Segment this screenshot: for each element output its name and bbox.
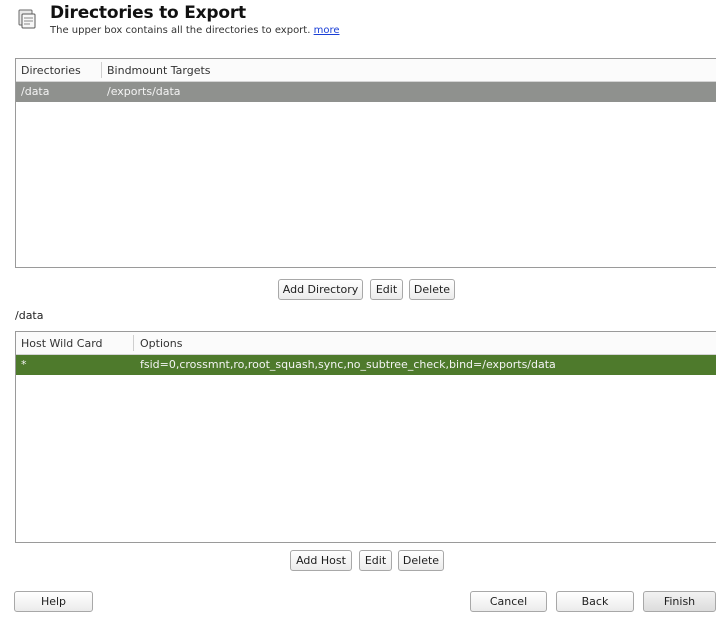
finish-button[interactable]: Finish	[643, 591, 716, 612]
options-cell: fsid=0,crossmnt,ro,root_squash,sync,no_s…	[140, 358, 556, 371]
more-link[interactable]: more	[314, 25, 340, 36]
edit-directory-button[interactable]: Edit	[370, 279, 403, 300]
column-header-directories[interactable]: Directories	[21, 64, 81, 77]
host-row[interactable]: * fsid=0,crossmnt,ro,root_squash,sync,no…	[16, 355, 716, 375]
column-header-bindmount-targets[interactable]: Bindmount Targets	[107, 64, 211, 77]
host-cell: *	[21, 358, 27, 371]
subtitle-text: The upper box contains all the directori…	[50, 25, 311, 36]
directory-cell: /data	[21, 85, 50, 98]
hosts-table[interactable]: Host Wild Card Options * fsid=0,crossmnt…	[15, 331, 716, 543]
delete-host-button[interactable]: Delete	[398, 550, 444, 571]
selected-directory-label: /data	[15, 309, 44, 322]
add-host-button[interactable]: Add Host	[290, 550, 352, 571]
column-header-options[interactable]: Options	[140, 337, 182, 350]
help-button[interactable]: Help	[14, 591, 93, 612]
column-divider	[133, 335, 134, 351]
edit-host-button[interactable]: Edit	[359, 550, 392, 571]
cancel-button[interactable]: Cancel	[470, 591, 547, 612]
delete-directory-button[interactable]: Delete	[409, 279, 455, 300]
folder-export-icon	[16, 7, 40, 31]
page-title: Directories to Export	[50, 3, 246, 23]
bindmount-cell: /exports/data	[107, 85, 181, 98]
directories-table-header: Directories Bindmount Targets	[16, 59, 716, 82]
hosts-table-header: Host Wild Card Options	[16, 332, 716, 355]
column-divider	[101, 62, 102, 78]
add-directory-button[interactable]: Add Directory	[278, 279, 363, 300]
directory-row[interactable]: /data /exports/data	[16, 82, 716, 102]
back-button[interactable]: Back	[556, 591, 634, 612]
directories-table[interactable]: Directories Bindmount Targets /data /exp…	[15, 58, 716, 268]
page-subtitle: The upper box contains all the directori…	[50, 25, 340, 36]
column-header-host-wild-card[interactable]: Host Wild Card	[21, 337, 103, 350]
